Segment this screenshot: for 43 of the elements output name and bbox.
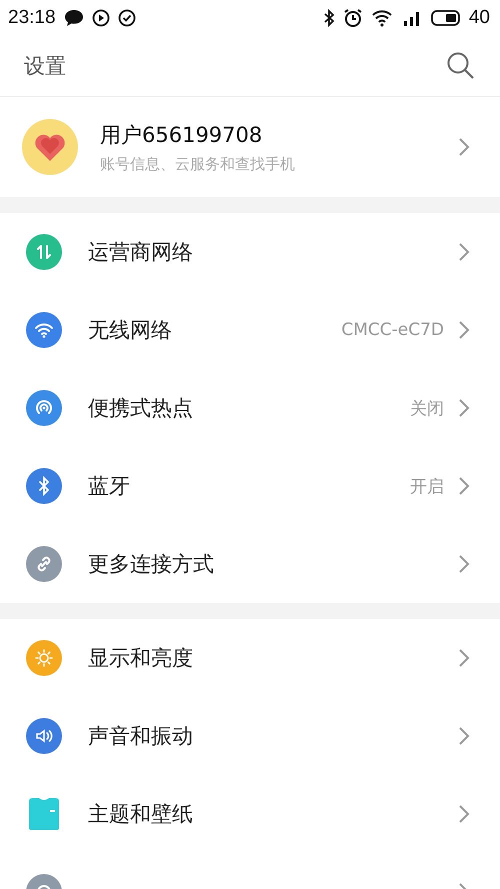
settings-item[interactable]: 主题和壁纸 bbox=[0, 775, 500, 853]
settings-item[interactable]: 更多连接方式 bbox=[0, 525, 500, 603]
wifi-icon bbox=[370, 8, 393, 26]
chevron-icon bbox=[458, 398, 470, 418]
sun-icon bbox=[26, 640, 62, 676]
hotspot-icon bbox=[26, 390, 62, 426]
chevron-icon bbox=[458, 726, 470, 746]
heart-icon bbox=[34, 132, 66, 162]
chevron-icon bbox=[458, 476, 470, 496]
settings-item[interactable]: 蓝牙 开启 bbox=[0, 447, 500, 525]
shirt-icon bbox=[26, 796, 62, 832]
account-row[interactable]: 用户656199708 账号信息、云服务和查找手机 bbox=[0, 97, 500, 197]
chevron-icon bbox=[458, 242, 470, 262]
bluetooth-icon bbox=[26, 468, 62, 504]
play-icon bbox=[92, 8, 110, 26]
settings-item[interactable]: 显示和亮度 bbox=[0, 619, 500, 697]
chevron-icon bbox=[458, 804, 470, 824]
settings-item[interactable]: 运营商网络 bbox=[0, 213, 500, 291]
settings-item[interactable]: 无线网络 CMCC-eC7D bbox=[0, 291, 500, 369]
page-title: 设置 bbox=[24, 52, 66, 80]
settings-item[interactable]: 便携式热点 关闭 bbox=[0, 369, 500, 447]
chevron-icon bbox=[458, 554, 470, 574]
wifi-icon bbox=[26, 312, 62, 348]
arrows-icon bbox=[26, 234, 62, 270]
battery-icon bbox=[430, 8, 461, 26]
settings-item[interactable]: 声音和振动 bbox=[0, 697, 500, 775]
chevron-icon bbox=[458, 137, 470, 157]
status-time: 23:18 bbox=[8, 6, 56, 28]
chat-icon bbox=[64, 8, 84, 26]
link-icon bbox=[26, 546, 62, 582]
speaker-icon bbox=[26, 718, 62, 754]
chevron-icon bbox=[458, 648, 470, 668]
bluetooth-icon bbox=[322, 8, 335, 26]
account-subtitle: 账号信息、云服务和查找手机 bbox=[100, 154, 296, 174]
account-name: 用户656199708 bbox=[100, 122, 264, 148]
battery-level: 40 bbox=[468, 6, 490, 28]
check-circle-icon bbox=[118, 8, 136, 26]
setting-value: 关闭 bbox=[410, 398, 444, 420]
setting-value: CMCC-eC7D bbox=[341, 320, 444, 340]
chevron-icon bbox=[458, 320, 470, 340]
setting-value: 开启 bbox=[410, 476, 444, 498]
alarm-icon bbox=[342, 8, 363, 28]
search-icon[interactable] bbox=[446, 50, 476, 80]
